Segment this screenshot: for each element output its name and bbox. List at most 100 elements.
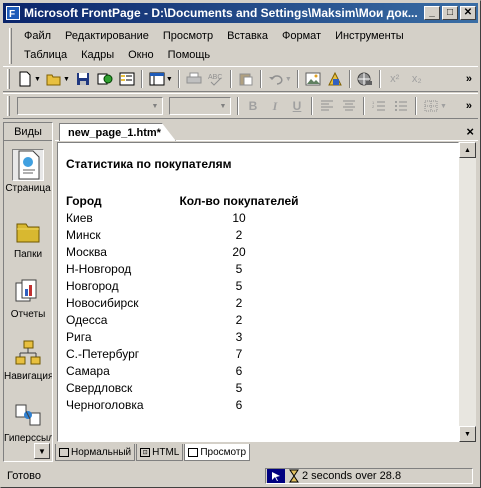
menu-tools[interactable]: Инструменты bbox=[328, 30, 411, 42]
city-cell: Свердловск bbox=[66, 380, 133, 395]
spelling-icon: ABC bbox=[208, 74, 222, 86]
toolbar-separator bbox=[296, 70, 299, 88]
page-preview[interactable]: Статистика по покупателям Город Кол-во п… bbox=[57, 142, 459, 442]
bold-button[interactable]: B bbox=[243, 96, 263, 116]
count-cell: 5 bbox=[235, 278, 243, 293]
city-cell: Новосибирск bbox=[66, 295, 139, 310]
drawing-button[interactable] bbox=[325, 69, 345, 89]
menu-frames[interactable]: Кадры bbox=[74, 49, 121, 61]
hyperlink-button[interactable] bbox=[355, 69, 375, 89]
tab-html[interactable]: ⊡ HTML bbox=[136, 444, 184, 461]
toolbar-separator bbox=[363, 97, 365, 115]
toolbar-separator bbox=[229, 70, 232, 88]
minimize-button[interactable]: _ bbox=[424, 6, 440, 20]
align-left-button[interactable] bbox=[317, 96, 337, 116]
document-tab-bar: new_page_1.htm* × bbox=[55, 122, 478, 141]
new-page-button[interactable] bbox=[15, 69, 35, 89]
folder-list-icon bbox=[119, 72, 135, 86]
underline-button[interactable]: U bbox=[287, 96, 307, 116]
insert-picture-button[interactable] bbox=[303, 69, 323, 89]
view-folders[interactable]: Папки bbox=[4, 215, 52, 260]
menu-help[interactable]: Помощь bbox=[161, 49, 218, 61]
scroll-up-button[interactable]: ▲ bbox=[459, 142, 476, 158]
svg-text:2: 2 bbox=[372, 104, 375, 109]
borders-dropdown-arrow[interactable]: ▼ bbox=[440, 103, 447, 110]
superscript-icon: x² bbox=[390, 73, 400, 85]
menu-grip[interactable] bbox=[9, 28, 12, 64]
folder-list-button[interactable] bbox=[117, 69, 137, 89]
open-button[interactable] bbox=[44, 69, 64, 89]
toolbar-grip[interactable] bbox=[7, 96, 10, 116]
chevron-down-icon: ▼ bbox=[151, 102, 159, 110]
hourglass-icon bbox=[289, 469, 299, 483]
toolbar-more-chevron[interactable]: » bbox=[466, 100, 472, 112]
count-cell: 2 bbox=[235, 312, 243, 327]
superscript-button[interactable]: x² bbox=[385, 69, 405, 89]
customers-table: Город Кол-во покупателей Киев 10 Минск 2 М… bbox=[66, 192, 304, 413]
toolbar-grip[interactable] bbox=[7, 69, 10, 89]
menu-view[interactable]: Просмотр bbox=[156, 30, 220, 42]
scroll-down-button[interactable]: ▼ bbox=[459, 426, 476, 442]
menu-window[interactable]: Окно bbox=[121, 49, 161, 61]
undo-dropdown-arrow[interactable]: ▼ bbox=[285, 76, 292, 83]
italic-button[interactable]: I bbox=[265, 96, 285, 116]
print-icon bbox=[186, 72, 202, 84]
chevron-up-icon: ▲ bbox=[464, 146, 471, 154]
publish-icon bbox=[97, 73, 113, 85]
paste-button[interactable] bbox=[236, 69, 256, 89]
menu-edit[interactable]: Редактирование bbox=[58, 30, 156, 42]
tab-preview[interactable]: Просмотр bbox=[184, 444, 251, 461]
font-combobox[interactable]: ▼ bbox=[169, 97, 231, 115]
save-button[interactable] bbox=[73, 69, 93, 89]
new-dropdown-arrow[interactable]: ▼ bbox=[34, 76, 41, 83]
city-cell: Новгород bbox=[66, 278, 119, 293]
toolbar-more-chevron[interactable]: » bbox=[466, 73, 472, 85]
view-hyperlinks[interactable]: Гиперссылки bbox=[4, 399, 52, 444]
views-scroll-down-button[interactable]: ▼ bbox=[34, 443, 50, 459]
bullets-button[interactable] bbox=[391, 96, 411, 116]
count-cell: 5 bbox=[235, 261, 243, 276]
hyperlink-globe-icon bbox=[357, 72, 372, 86]
connection-icon bbox=[266, 468, 286, 484]
numbering-button[interactable]: 12 bbox=[369, 96, 389, 116]
view-reports[interactable]: Отчеты bbox=[4, 275, 52, 320]
spelling-button[interactable]: ABC bbox=[206, 69, 226, 89]
print-button[interactable] bbox=[184, 69, 204, 89]
open-dropdown-arrow[interactable]: ▼ bbox=[63, 76, 70, 83]
title-bar[interactable]: F Microsoft FrontPage - D:\Documents and… bbox=[3, 3, 478, 23]
undo-button[interactable] bbox=[266, 69, 286, 89]
maximize-button[interactable]: □ bbox=[442, 6, 458, 20]
close-document-button[interactable]: × bbox=[466, 124, 474, 139]
column-header-city: Город bbox=[66, 193, 102, 208]
views-dropdown-arrow[interactable]: ▼ bbox=[166, 76, 173, 83]
view-page-label: Страница bbox=[5, 183, 51, 194]
align-center-button[interactable] bbox=[339, 96, 359, 116]
svg-text:F: F bbox=[9, 9, 15, 20]
menu-format[interactable]: Формат bbox=[275, 30, 328, 42]
view-navigation[interactable]: Навигация bbox=[4, 337, 52, 382]
publish-button[interactable] bbox=[95, 69, 115, 89]
document-tab[interactable]: new_page_1.htm* bbox=[59, 123, 176, 141]
frontpage-app-icon[interactable]: F bbox=[5, 5, 21, 21]
borders-button[interactable] bbox=[421, 96, 441, 116]
vertical-scrollbar[interactable]: ▲ ▼ bbox=[459, 142, 476, 442]
tab-normal[interactable]: Нормальный bbox=[55, 444, 136, 461]
menu-table[interactable]: Таблица bbox=[17, 49, 74, 61]
city-cell: Н-Новгород bbox=[66, 261, 132, 276]
maximize-icon: □ bbox=[446, 7, 454, 18]
table-row: Новосибирск 2 bbox=[66, 294, 304, 311]
views-bar: Виды Страница Папки Отчеты Навигация Гип… bbox=[3, 122, 53, 462]
views-button[interactable] bbox=[147, 69, 167, 89]
style-combobox[interactable]: ▼ bbox=[17, 97, 163, 115]
folders-view-icon bbox=[12, 215, 44, 247]
menu-insert[interactable]: Вставка bbox=[220, 30, 275, 42]
close-window-button[interactable]: ✕ bbox=[460, 6, 476, 20]
city-cell: Черноголовка bbox=[66, 397, 144, 412]
status-text: Готово bbox=[7, 470, 41, 482]
city-cell: Москва bbox=[66, 244, 107, 259]
menu-file[interactable]: Файл bbox=[17, 30, 58, 42]
subscript-button[interactable]: x₂ bbox=[407, 69, 427, 89]
view-page[interactable]: Страница bbox=[4, 149, 52, 194]
hyperlinks-view-icon bbox=[12, 399, 44, 431]
open-folder-icon bbox=[46, 74, 61, 86]
